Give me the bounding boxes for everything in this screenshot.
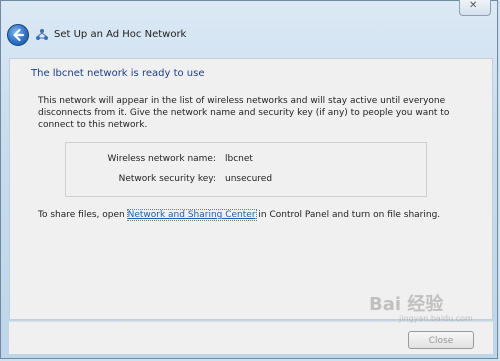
security-key-label: Network security key:: [118, 174, 216, 184]
network-icon: [36, 29, 48, 40]
network-info-box: Wireless network name: lbcnet Network se…: [65, 142, 427, 197]
network-name-label: Wireless network name:: [107, 154, 216, 164]
share-instructions: To share files, open Network and Sharing…: [38, 209, 441, 221]
back-button[interactable]: [7, 24, 29, 46]
window-title: Set Up an Ad Hoc Network: [54, 29, 187, 40]
network-sharing-center-link[interactable]: Network and Sharing Center: [126, 209, 257, 221]
share-prefix: To share files, open: [38, 210, 128, 220]
security-key-value: unsecured: [225, 174, 273, 184]
watermark-sub: jingyan.baidu.com: [399, 314, 473, 323]
close-button[interactable]: Close: [408, 331, 474, 349]
window-close-button[interactable]: ✕: [459, 0, 491, 16]
page-heading: The lbcnet network is ready to use: [31, 68, 205, 79]
description-text: This network will appear in the list of …: [38, 96, 450, 130]
watermark-text: Bai 经验: [369, 294, 444, 315]
network-name-value: lbcnet: [225, 154, 253, 164]
wizard-window: ✕ Set Up an Ad Hoc Network The lbcnet ne…: [0, 0, 498, 359]
back-arrow-icon: [13, 28, 25, 42]
footer-bar: Close: [9, 321, 493, 354]
watermark: Bai 经验 jingyan.baidu.com: [369, 284, 479, 324]
share-suffix: in Control Panel and turn on file sharin…: [255, 210, 441, 220]
close-icon: ✕: [469, 0, 478, 11]
